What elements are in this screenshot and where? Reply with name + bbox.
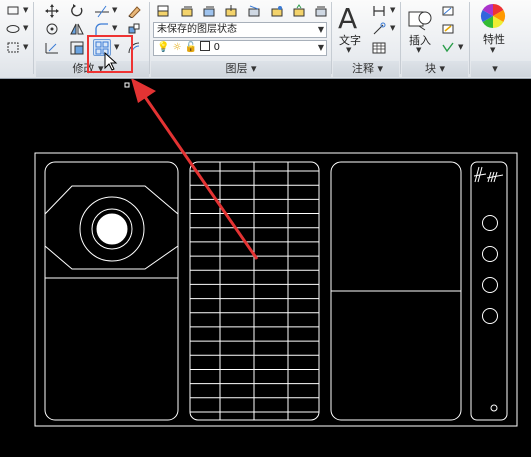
properties-button[interactable]: 特性 ▼ <box>474 2 514 58</box>
create-block-icon[interactable] <box>439 2 457 19</box>
layer-tool-6-icon[interactable] <box>268 2 286 19</box>
control-knob-3[interactable] <box>482 277 498 293</box>
burner-center <box>96 213 128 245</box>
leader-icon[interactable] <box>370 20 388 37</box>
lightbulb-icon: 💡 <box>157 42 170 53</box>
rectangle-tool-icon[interactable] <box>4 2 22 19</box>
mirror-icon[interactable] <box>68 20 86 37</box>
layers-panel-title[interactable]: 图层 ▾ <box>211 62 271 76</box>
table-icon[interactable] <box>370 39 388 56</box>
layer-color-swatch <box>200 41 211 51</box>
grid-lines <box>190 162 319 420</box>
annotation-arrow <box>131 79 259 260</box>
layer-state-dropdown[interactable]: 未保存的图层状态 ▼ <box>153 22 327 38</box>
layer-tool-3-icon[interactable] <box>200 2 218 19</box>
current-layer-dropdown[interactable]: 💡 ☼ 🔓 0 ▼ <box>153 40 327 56</box>
move-icon[interactable] <box>43 2 61 19</box>
drawing-canvas[interactable] <box>0 79 531 457</box>
layer-properties-icon[interactable] <box>154 2 172 19</box>
edit-block-icon[interactable] <box>439 20 457 37</box>
scale-icon[interactable] <box>68 39 86 56</box>
sun-icon: ☼ <box>172 42 182 53</box>
layer-tool-7-icon[interactable] <box>290 2 308 19</box>
grip-handle[interactable] <box>124 82 130 88</box>
control-knob-1[interactable] <box>482 215 498 231</box>
block-attribute-icon[interactable] <box>439 39 457 56</box>
copy-icon[interactable] <box>43 20 61 37</box>
ellipse-tool-icon[interactable] <box>4 20 22 37</box>
insert-block-button[interactable]: 插入 ▼ <box>404 2 436 58</box>
ribbon: ▼ ▼ ▼ ▼ ▼ ▼ 修改 ▾ 未保存的图层状态 ▼ 💡 ☼ 🔓 0 ▼ 图层… <box>0 0 531 79</box>
mouse-cursor-icon <box>104 52 118 71</box>
control-panel <box>470 161 508 421</box>
lock-icon: 🔓 <box>184 42 198 53</box>
stretch-icon[interactable] <box>43 39 61 56</box>
layer-tool-5-icon[interactable] <box>245 2 263 19</box>
text-tool-button[interactable]: A 文字 ▼ <box>335 2 365 58</box>
color-wheel-icon <box>480 3 506 29</box>
dimension-icon[interactable] <box>370 2 388 19</box>
properties-panel-expander[interactable]: ▾ <box>480 62 510 76</box>
control-panel-hatch <box>473 166 504 183</box>
text-letter-icon: A <box>338 2 358 35</box>
hatch-tool-icon[interactable] <box>4 39 22 56</box>
layer-tool-2-icon[interactable] <box>178 2 196 19</box>
stove-outline <box>34 152 518 427</box>
layer-tool-8-icon[interactable] <box>312 2 330 19</box>
erase-icon[interactable] <box>125 2 143 19</box>
insert-block-icon <box>408 11 432 31</box>
left-burner-panel <box>44 161 179 421</box>
control-knob-4[interactable] <box>482 308 498 324</box>
block-panel-title[interactable]: 块 ▾ <box>410 62 460 76</box>
trim-icon[interactable] <box>92 2 110 19</box>
annotation-panel-title[interactable]: 注释 ▾ <box>340 62 395 76</box>
rotate-icon[interactable] <box>68 2 86 19</box>
power-indicator <box>490 404 498 412</box>
current-layer-name: 0 <box>213 42 220 53</box>
control-knob-2[interactable] <box>482 246 498 262</box>
layer-tool-4-icon[interactable] <box>222 2 240 19</box>
